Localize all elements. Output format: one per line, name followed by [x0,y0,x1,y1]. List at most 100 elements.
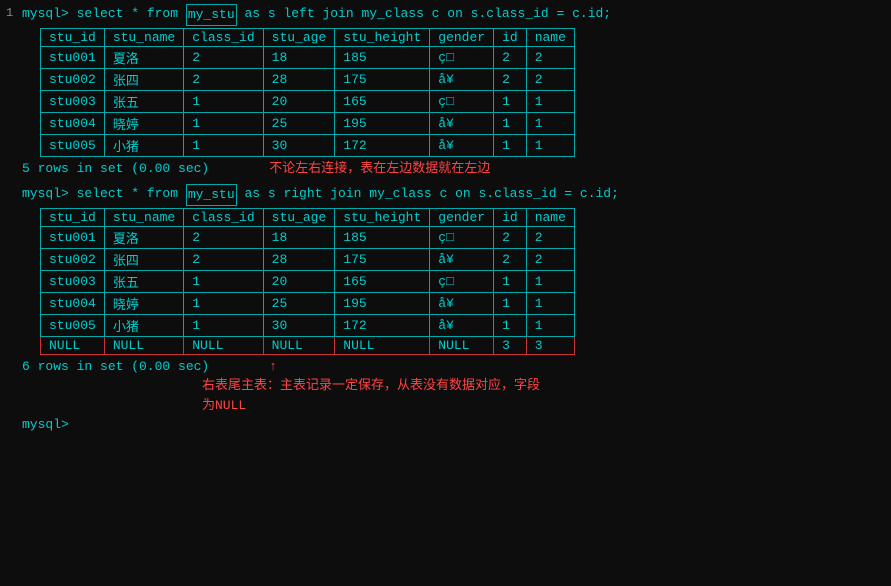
th2-name: name [526,208,574,226]
table2-null-cell-6: 3 [494,336,527,354]
annotation2-line1: 右表尾主表：主表记录一定保存，从表没有数据对应，字段 [6,376,885,396]
annotation2-arrow: ↑ [269,357,277,377]
table2-cell-4-2: 1 [184,314,263,336]
sql-suffix1: as s left join my_class c on s.class_id … [237,4,611,24]
table1-header-row: stu_id stu_name class_id stu_age stu_hei… [41,28,575,46]
table2-cell-3-3: 25 [263,292,335,314]
annotation1: 不论左右连接，表在左边数据就在左边 [269,159,490,179]
table1-cell-1-4: 175 [335,68,430,90]
table2-cell-3-7: 1 [526,292,574,314]
table1-cell-0-7: 2 [526,46,574,68]
table1-row-3: stu004晓婷125195å¥11 [41,112,575,134]
th2-class-id: class_id [184,208,263,226]
table2-cell-2-4: 165 [335,270,430,292]
table2-cell-4-6: 1 [494,314,527,336]
table1-row-4: stu005小猪130172å¥11 [41,134,575,156]
table2-cell-2-2: 1 [184,270,263,292]
table2-cell-1-4: 175 [335,248,430,270]
table2-cell-3-4: 195 [335,292,430,314]
table1-cell-4-5: å¥ [430,134,494,156]
table2-cell-1-7: 2 [526,248,574,270]
table2-cell-3-5: å¥ [430,292,494,314]
table1-cell-4-3: 30 [263,134,335,156]
table1-cell-1-1: 张四 [104,68,183,90]
query2-line: mysql> select * from my_stu as s right j… [6,184,885,206]
table2-null-cell-4: NULL [335,336,430,354]
sql-highlight1: my_stu [186,4,237,26]
table2-cell-1-6: 2 [494,248,527,270]
table2-cell-0-5: ç□ [430,226,494,248]
table1-cell-2-7: 1 [526,90,574,112]
th-stu-age: stu_age [263,28,335,46]
table1-cell-0-5: ç□ [430,46,494,68]
prompt2: mysql> [22,184,77,204]
table1-cell-0-1: 夏洛 [104,46,183,68]
table1-cell-4-1: 小猪 [104,134,183,156]
th-class-id: class_id [184,28,263,46]
table1-cell-0-3: 18 [263,46,335,68]
table1-cell-2-6: 1 [494,90,527,112]
table2-cell-3-1: 晓婷 [104,292,183,314]
table2-cell-0-4: 185 [335,226,430,248]
table1-row-0: stu001夏洛218185ç□22 [41,46,575,68]
table2-cell-4-5: å¥ [430,314,494,336]
table1-cell-4-4: 172 [335,134,430,156]
prompt1: mysql> [22,4,77,24]
table2-cell-1-5: å¥ [430,248,494,270]
annotation2-line2: 为NULL [6,396,885,416]
sql-suffix2: as s right join my_class c on s.class_id… [237,184,619,204]
table2-cell-3-0: stu004 [41,292,105,314]
table1: stu_id stu_name class_id stu_age stu_hei… [40,28,575,157]
rows1-line: 5 rows in set (0.00 sec) 不论左右连接，表在左边数据就在… [6,159,885,179]
table2-header-row: stu_id stu_name class_id stu_age stu_hei… [41,208,575,226]
table2-cell-0-6: 2 [494,226,527,248]
table2-cell-2-3: 20 [263,270,335,292]
th2-gender: gender [430,208,494,226]
th2-id: id [494,208,527,226]
rows1-text: 5 rows in set (0.00 sec) [22,159,209,179]
table2-cell-1-0: stu002 [41,248,105,270]
table1-row-2: stu003张五120165ç□11 [41,90,575,112]
table1-cell-2-1: 张五 [104,90,183,112]
th-stu-name: stu_name [104,28,183,46]
table1-cell-4-2: 1 [184,134,263,156]
annotation2-text2: 为NULL [202,396,246,416]
table1-cell-1-2: 2 [184,68,263,90]
table2-cell-4-7: 1 [526,314,574,336]
table2-cell-3-6: 1 [494,292,527,314]
final-prompt[interactable]: mysql> [22,415,77,435]
th-gender: gender [430,28,494,46]
table2-row-3: stu004晓婷125195å¥11 [41,292,575,314]
table1-cell-2-2: 1 [184,90,263,112]
table2-cell-2-5: ç□ [430,270,494,292]
table2-cell-3-2: 1 [184,292,263,314]
table2-container: stu_id stu_name class_id stu_age stu_hei… [22,208,885,355]
table1-cell-3-0: stu004 [41,112,105,134]
table2-null-cell-5: NULL [430,336,494,354]
table2-cell-1-3: 28 [263,248,335,270]
table2-null-cell-1: NULL [104,336,183,354]
table2-cell-2-6: 1 [494,270,527,292]
th-id: id [494,28,527,46]
table2-cell-2-1: 张五 [104,270,183,292]
table2-null-cell-3: NULL [263,336,335,354]
table2-cell-0-0: stu001 [41,226,105,248]
table2-row-4: stu005小猪130172å¥11 [41,314,575,336]
table2-cell-4-3: 30 [263,314,335,336]
table1-cell-4-0: stu005 [41,134,105,156]
table2-cell-0-3: 18 [263,226,335,248]
table1-cell-1-0: stu002 [41,68,105,90]
table1-cell-0-6: 2 [494,46,527,68]
table2-cell-2-0: stu003 [41,270,105,292]
table1-cell-2-4: 165 [335,90,430,112]
table1-cell-3-1: 晓婷 [104,112,183,134]
table2-null-cell-2: NULL [184,336,263,354]
left-bar: 1 [6,4,22,22]
sql-prefix2: select * from [77,184,186,204]
table2-null-row: NULLNULLNULLNULLNULLNULL33 [41,336,575,354]
terminal: 1 mysql> select * from my_stu as s left … [0,0,891,586]
table2-cell-4-0: stu005 [41,314,105,336]
table2-row-2: stu003张五120165ç□11 [41,270,575,292]
table1-cell-4-6: 1 [494,134,527,156]
table2: stu_id stu_name class_id stu_age stu_hei… [40,208,575,355]
